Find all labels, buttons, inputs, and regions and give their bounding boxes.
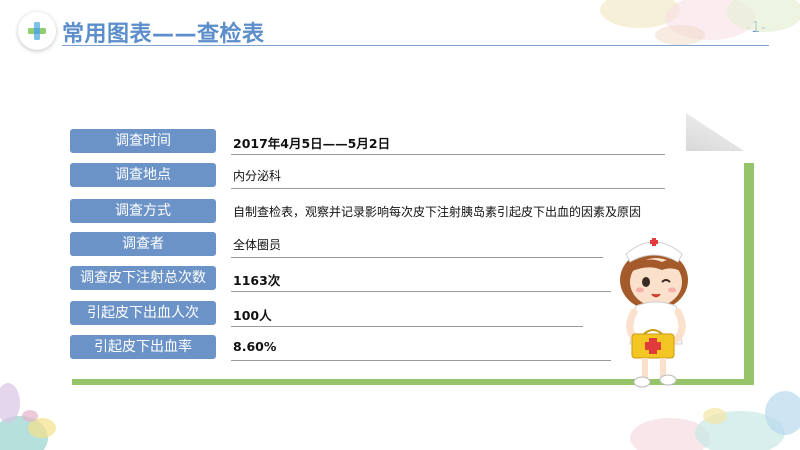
row-label: 调查方式 — [70, 199, 216, 223]
underline — [231, 326, 583, 327]
decorative-flower-bottom-left — [0, 383, 56, 450]
medical-cross-icon — [28, 22, 46, 40]
row-value: 全体圈员 — [233, 238, 282, 252]
row-label: 调查皮下注射总次数 — [70, 266, 216, 290]
underline — [231, 154, 665, 155]
page-title: 常用图表——查检表 — [62, 22, 265, 47]
page-fold-corner — [686, 113, 744, 151]
row-value: 8.60% — [233, 339, 277, 354]
row-value: 100人 — [233, 308, 272, 323]
row-label: 调查地点 — [70, 163, 216, 187]
underline — [231, 188, 665, 189]
row-value: 1163次 — [233, 273, 281, 288]
row-label: 调查者 — [70, 232, 216, 256]
row-value: 2017年4月5日——5月2日 — [233, 136, 391, 151]
decorative-flower-bottom-right — [630, 391, 800, 450]
underline — [231, 360, 611, 361]
row-label: 调查时间 — [70, 129, 216, 153]
underline — [231, 257, 603, 258]
row-label: 引起皮下出血人次 — [70, 301, 216, 325]
decorative-flower-top-right — [600, 0, 800, 45]
row-label: 引起皮下出血率 — [70, 335, 216, 359]
underline — [231, 291, 611, 292]
nurse-cartoon — [620, 238, 688, 388]
row-value: 内分泌科 — [233, 169, 282, 183]
logo — [18, 12, 56, 50]
row-value: 自制查检表，观察并记录影响每次皮下注射胰岛素引起皮下出血的因素及原因 — [233, 205, 642, 219]
